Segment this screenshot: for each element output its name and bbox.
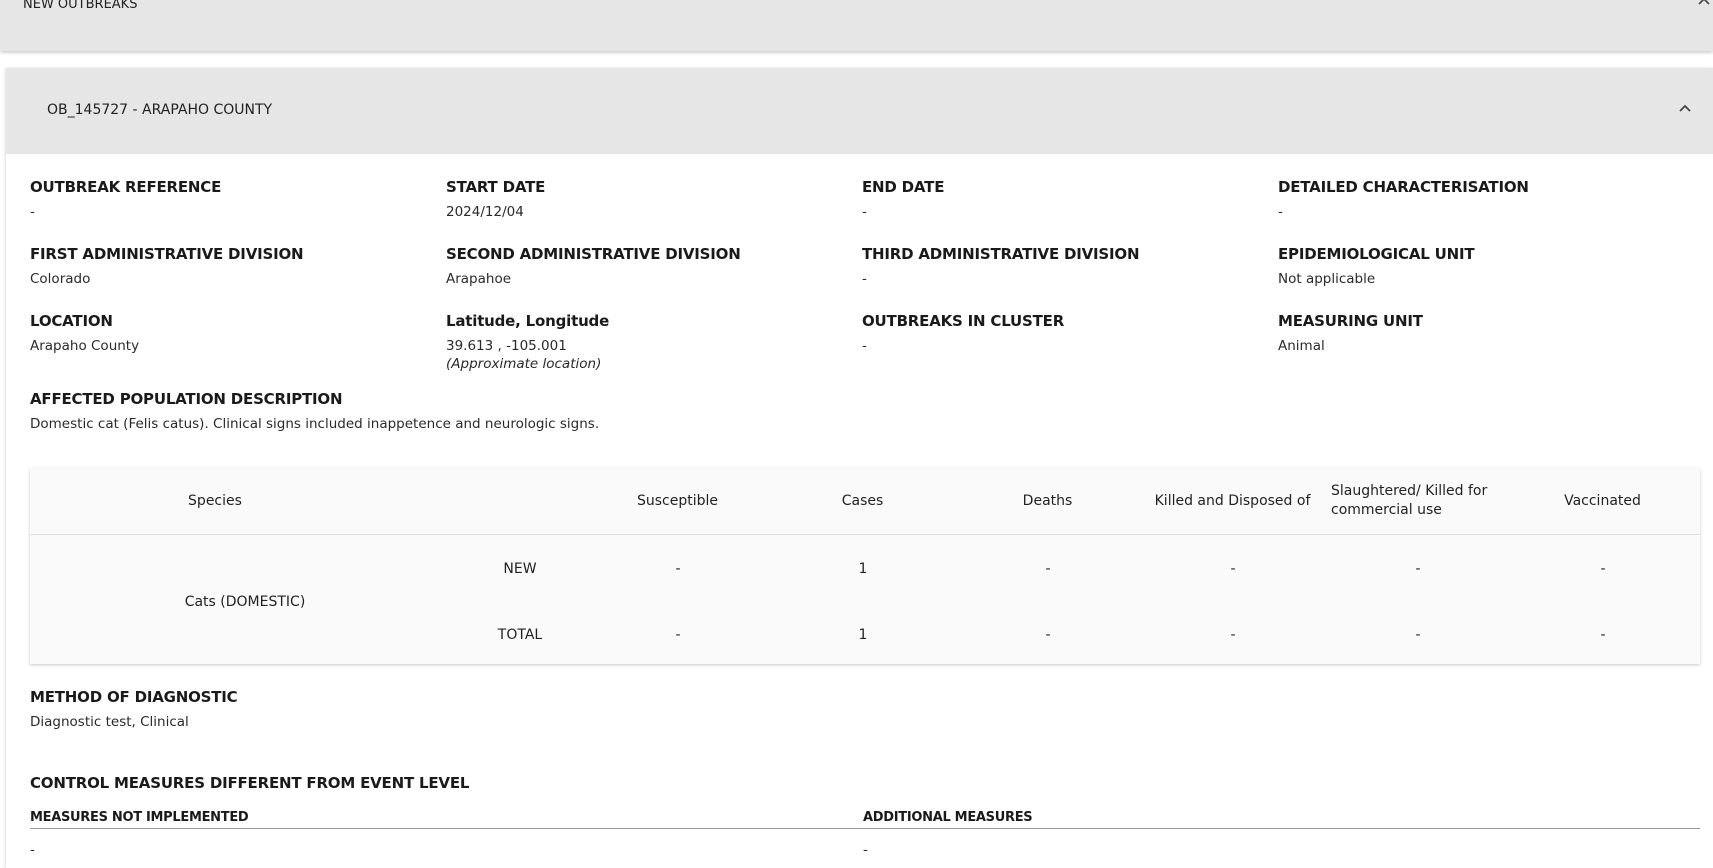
lat-lon-field: Latitude, Longitude 39.613 , -105.001 (A… [446, 312, 609, 372]
control-measures-title: CONTROL MEASURES DIFFERENT FROM EVENT LE… [30, 774, 470, 792]
approximate-location-note: (Approximate location) [446, 356, 602, 372]
field-label: SECOND ADMINISTRATIVE DIVISION [446, 245, 741, 263]
field-label: OUTBREAKS IN CLUSTER [862, 312, 1065, 330]
species-name-cell: Cats (DOMESTIC) [184, 594, 306, 610]
field-value: Colorado [30, 271, 91, 287]
field-label: Latitude, Longitude [446, 312, 610, 330]
outbreaks-in-cluster-field: OUTBREAKS IN CLUSTER - [862, 312, 1064, 354]
cases-cell: 1 [858, 561, 868, 577]
field-label: FIRST ADMINISTRATIVE DIVISION [30, 245, 304, 263]
measures-not-implemented-value: - [30, 842, 35, 858]
field-label: EPIDEMIOLOGICAL UNIT [1278, 245, 1475, 263]
field-label: END DATE [862, 178, 945, 196]
col-susceptible: Susceptible [636, 493, 719, 509]
field-value: - [862, 338, 867, 354]
col-vaccinated: Vaccinated [1564, 493, 1641, 509]
outbreak-reference-field: OUTBREAK REFERENCE - [30, 178, 221, 220]
field-value: Arapaho County [30, 338, 140, 354]
new-outbreaks-panel[interactable]: NEW OUTBREAKS [0, 0, 1713, 51]
field-label: AFFECTED POPULATION DESCRIPTION [30, 390, 343, 408]
col-cases: Cases [841, 493, 884, 509]
vaccinated-cell: - [1600, 627, 1606, 643]
location-field: LOCATION Arapaho County [30, 312, 139, 354]
field-label: METHOD OF DIAGNOSTIC [30, 688, 238, 706]
field-value: 2024/12/04 [446, 204, 524, 220]
col-slaughtered: Slaughtered/ Killed for commercial use [1331, 483, 1488, 518]
field-value: Domestic cat (Felis catus). Clinical sig… [30, 416, 600, 432]
table-header: Species Susceptible Cases Deaths Killed … [30, 468, 1700, 535]
field-label: MEASURING UNIT [1278, 312, 1423, 330]
measures-not-implemented-label: MEASURES NOT IMPLEMENTED [30, 810, 249, 825]
third-admin-division-field: THIRD ADMINISTRATIVE DIVISION - [862, 245, 1140, 287]
field-value: - [1278, 204, 1283, 220]
method-of-diagnostic-field: METHOD OF DIAGNOSTIC Diagnostic test, Cl… [30, 688, 238, 730]
field-value: Not applicable [1278, 271, 1376, 287]
field-label: DETAILED CHARACTERISATION [1278, 178, 1529, 196]
additional-measures-value: - [863, 842, 868, 858]
measuring-unit-field: MEASURING UNIT Animal [1278, 312, 1423, 354]
col-deaths: Deaths [1022, 493, 1073, 509]
second-admin-division-field: SECOND ADMINISTRATIVE DIVISION Arapahoe [446, 245, 741, 287]
killed-cell: - [1230, 561, 1236, 577]
slaughtered-cell: - [1415, 561, 1421, 577]
row-type-cell: TOTAL [497, 627, 543, 643]
end-date-field: END DATE - [862, 178, 944, 220]
species-table: Species Susceptible Cases Deaths Killed … [30, 468, 1700, 664]
affected-population-field: AFFECTED POPULATION DESCRIPTION Domestic… [30, 390, 599, 432]
killed-cell: - [1230, 627, 1236, 643]
divider [30, 828, 1700, 829]
susceptible-cell: - [675, 627, 681, 643]
outbreak-card-header[interactable]: OB_145727 - ARAPAHO COUNTY [6, 68, 1713, 154]
outbreak-title: OB_145727 - ARAPAHO COUNTY [47, 102, 273, 118]
new-outbreaks-title: NEW OUTBREAKS [23, 0, 138, 12]
outbreak-card: OB_145727 - ARAPAHO COUNTY OUTBREAK REFE… [6, 68, 1713, 868]
chevron-up-icon[interactable] [1675, 98, 1695, 118]
field-label: THIRD ADMINISTRATIVE DIVISION [862, 245, 1140, 263]
detailed-characterisation-field: DETAILED CHARACTERISATION - [1278, 178, 1529, 220]
cases-cell: 1 [858, 627, 868, 643]
field-value: - [30, 204, 35, 220]
field-value: - [862, 271, 867, 287]
epidemiological-unit-field: EPIDEMIOLOGICAL UNIT Not applicable [1278, 245, 1475, 287]
start-date-field: START DATE 2024/12/04 [446, 178, 545, 220]
field-value: 39.613 , -105.001 [446, 338, 567, 354]
slaughtered-cell: - [1415, 627, 1421, 643]
chevron-up-icon[interactable] [1697, 0, 1711, 10]
field-value: Animal [1278, 338, 1325, 354]
field-value: Arapahoe [446, 271, 512, 287]
field-value: Diagnostic test, Clinical [30, 714, 189, 730]
deaths-cell: - [1045, 561, 1051, 577]
field-label: START DATE [446, 178, 546, 196]
col-species: Species [188, 493, 242, 509]
first-admin-division-field: FIRST ADMINISTRATIVE DIVISION Colorado [30, 245, 304, 287]
vaccinated-cell: - [1600, 561, 1606, 577]
additional-measures-label: ADDITIONAL MEASURES [863, 810, 1033, 825]
field-label: LOCATION [30, 312, 113, 330]
susceptible-cell: - [675, 561, 681, 577]
col-killed-disposed: Killed and Disposed of [1154, 493, 1311, 509]
field-label: OUTBREAK REFERENCE [30, 178, 222, 196]
deaths-cell: - [1045, 627, 1051, 643]
row-type-cell: NEW [503, 561, 537, 577]
field-value: - [862, 204, 867, 220]
